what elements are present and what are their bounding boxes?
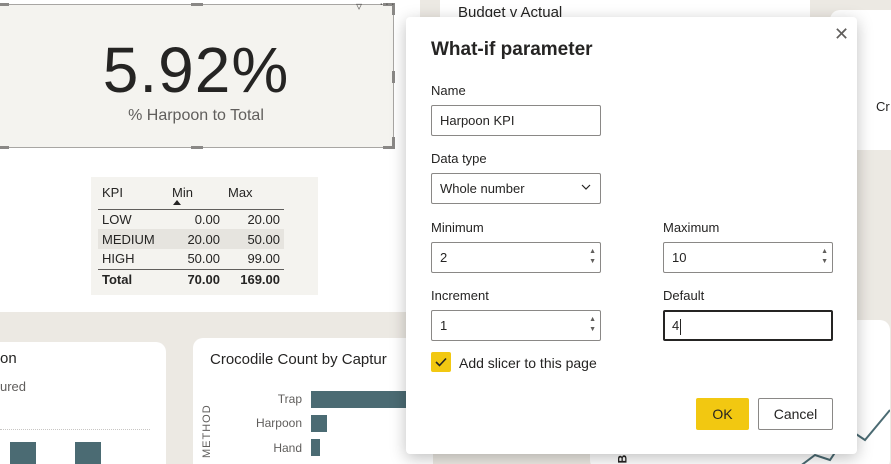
maximum-label: Maximum (663, 220, 720, 235)
more-options-icon[interactable]: ··· (379, 0, 396, 11)
kpi-table: KPI Min Max LOW 0.00 20.00 MEDIUM 20.00 … (98, 183, 284, 289)
table-cell: 20.00 (247, 211, 280, 227)
minimum-value: 2 (440, 250, 448, 265)
resize-handle[interactable] (0, 3, 9, 6)
chart-bar-hand[interactable] (311, 439, 320, 456)
add-slicer-label[interactable]: Add slicer to this page (459, 355, 597, 371)
filter-icon[interactable]: ▿ (356, 0, 362, 13)
chart-bar[interactable] (75, 442, 101, 464)
kpi-table-visual[interactable]: KPI Min Max LOW 0.00 20.00 MEDIUM 20.00 … (91, 177, 318, 295)
chevron-down-icon (581, 184, 591, 190)
table-row: MEDIUM 20.00 50.00 (98, 229, 284, 249)
datatype-dropdown[interactable]: Whole number (431, 173, 601, 204)
category-label: Hand (273, 441, 302, 455)
maximum-value: 10 (672, 250, 687, 265)
axis-letter: B (615, 454, 630, 464)
table-cell: 99.00 (247, 251, 280, 267)
ok-button[interactable]: OK (696, 398, 749, 430)
add-slicer-checkbox[interactable] (431, 352, 451, 372)
bottom-left-subtitle: ured (0, 379, 27, 394)
category-label: Trap (277, 392, 302, 406)
table-cell: HIGH (102, 251, 135, 267)
name-value: Harpoon KPI (440, 113, 515, 128)
checkmark-icon (435, 357, 447, 367)
table-row: HIGH 50.00 99.00 (98, 249, 284, 269)
chart-bar-trap[interactable] (311, 391, 411, 408)
spin-button[interactable]: ▲ ▼ (589, 247, 596, 267)
maximum-input[interactable]: 10 ▲ ▼ (663, 242, 833, 273)
resize-handle[interactable] (392, 137, 395, 149)
increment-input[interactable]: 1 ▲ ▼ (431, 310, 601, 341)
default-label: Default (663, 288, 705, 303)
kpi-label: % Harpoon to Total (128, 107, 264, 124)
croc-axis-label: METHOD (201, 404, 213, 458)
table-cell: 70.00 (187, 271, 220, 287)
increment-value: 1 (440, 318, 448, 333)
kpi-value: 5.92% (102, 34, 290, 106)
spin-button[interactable]: ▲ ▼ (821, 247, 828, 267)
column-header-max[interactable]: Max (224, 183, 284, 209)
table-cell: 20.00 (168, 229, 224, 249)
table-cell: LOW (102, 211, 132, 227)
minimum-label: Minimum (431, 220, 484, 235)
chart-bar[interactable] (10, 442, 36, 464)
name-input[interactable]: Harpoon KPI (431, 105, 601, 136)
increment-label: Increment (431, 288, 489, 303)
table-total-row: Total 70.00 169.00 (98, 269, 284, 289)
cancel-button[interactable]: Cancel (758, 398, 833, 430)
close-icon[interactable]: ✕ (834, 24, 849, 45)
resize-handle[interactable] (0, 146, 9, 149)
minimum-input[interactable]: 2 ▲ ▼ (431, 242, 601, 273)
croc-chart-title: Crocodile Count by Captur (210, 351, 387, 368)
table-row: LOW 0.00 20.00 (98, 209, 284, 229)
name-label: Name (431, 83, 466, 98)
bottom-left-title: on (0, 350, 17, 367)
column-header-kpi[interactable]: KPI (98, 183, 168, 209)
table-cell: 169.00 (240, 271, 280, 287)
dialog-title: What-if parameter (431, 39, 593, 60)
table-cell: 0.00 (194, 211, 220, 227)
default-value: 4 (672, 318, 680, 333)
right-card-label: Cr (876, 99, 890, 114)
text-caret (680, 318, 682, 335)
datatype-label: Data type (431, 151, 487, 166)
spin-button[interactable]: ▲ ▼ (589, 315, 596, 335)
table-cell: 50.00 (187, 251, 220, 267)
gridline (0, 429, 150, 430)
default-input[interactable]: 4 (663, 310, 833, 341)
resize-handle[interactable] (191, 146, 203, 149)
table-cell: Total (102, 271, 133, 287)
chart-bar-harpoon[interactable] (311, 415, 327, 432)
column-header-min[interactable]: Min (168, 183, 224, 209)
table-cell: 50.00 (224, 229, 284, 249)
what-if-dialog: What-if parameter ✕ Name Harpoon KPI Dat… (406, 17, 857, 454)
resize-handle[interactable] (191, 3, 203, 6)
datatype-value: Whole number (440, 181, 525, 196)
table-cell: MEDIUM (98, 229, 168, 249)
bottom-left-card[interactable]: on ured (0, 342, 166, 464)
kpi-visual[interactable]: ▿ ··· 5.92% % Harpoon to Total (0, 0, 395, 149)
croc-chart-card[interactable]: Crocodile Count by Captur METHOD Trap Ha… (193, 338, 433, 464)
category-label: Harpoon (255, 416, 302, 430)
